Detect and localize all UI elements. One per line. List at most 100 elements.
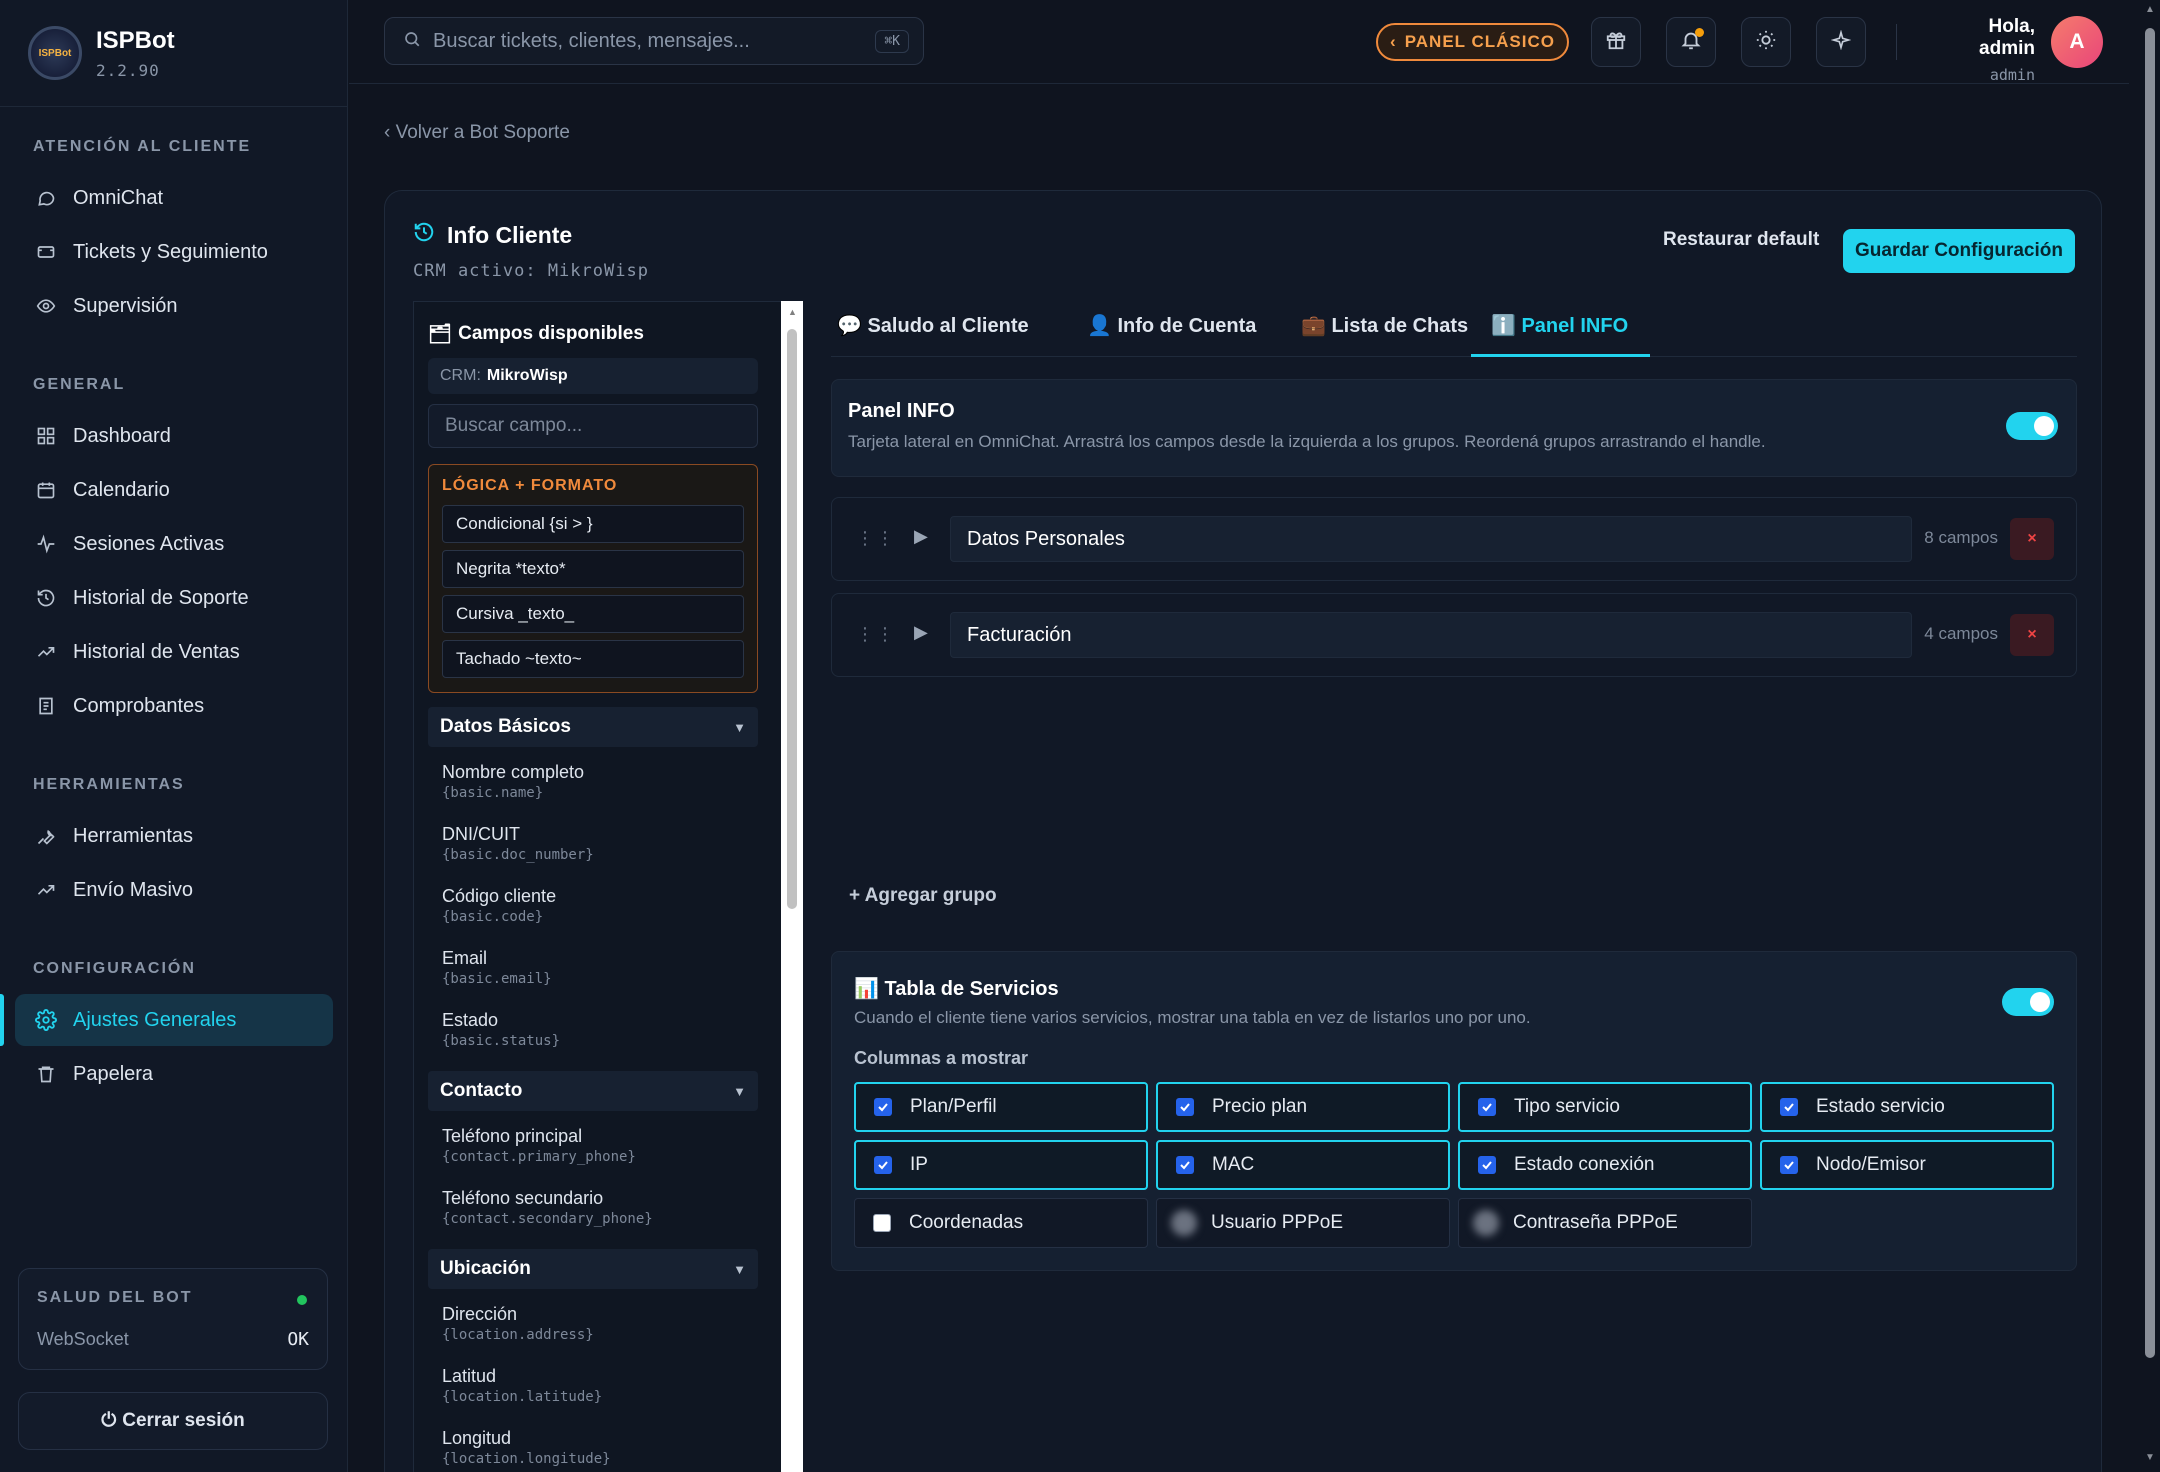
scrollbar-thumb[interactable]: [2145, 28, 2155, 1358]
health-status-dot: [297, 1295, 307, 1305]
sidebar-item-sesiones[interactable]: Sesiones Activas: [15, 518, 333, 570]
search-input[interactable]: [433, 29, 876, 53]
gift-button[interactable]: [1591, 17, 1641, 67]
page-scrollbar[interactable]: ▲ ▼: [2140, 0, 2160, 1472]
logic-chip-bold[interactable]: Negrita *texto*: [442, 550, 744, 588]
column-checkbox-usuario-pppoe[interactable]: Usuario PPPoE: [1156, 1198, 1450, 1248]
logo-text: ISPBot: [38, 47, 72, 59]
brand-logo[interactable]: ISPBot: [28, 26, 82, 80]
column-label: Tipo servicio: [1514, 1096, 1620, 1117]
trash-icon: [33, 1061, 59, 1087]
sidebar-item-papelera[interactable]: Papelera: [15, 1048, 333, 1100]
sidebar-item-calendario[interactable]: Calendario: [15, 464, 333, 516]
power-icon: ⏻: [101, 1410, 117, 1431]
bot-health-card: SALUD DEL BOT WebSocket OK: [18, 1268, 328, 1370]
tab-lista-chats[interactable]: 💼 Lista de Chats: [1301, 313, 1468, 357]
column-label: Contraseña PPPoE: [1513, 1212, 1678, 1233]
panel-info-toggle[interactable]: [2006, 412, 2058, 440]
tab-saludo[interactable]: 💬 Saludo al Cliente: [837, 313, 1029, 357]
search-icon: [403, 30, 421, 53]
avatar[interactable]: A: [2051, 16, 2103, 68]
restore-default-button[interactable]: Restaurar default: [1663, 229, 1819, 251]
checkbox-checked-icon: [1478, 1098, 1496, 1116]
sidebar-item-comprobantes[interactable]: Comprobantes: [15, 680, 333, 732]
sidebar-item-herramientas[interactable]: Herramientas: [15, 810, 333, 862]
field-key: {basic.name}: [442, 785, 544, 801]
group-row-datos-personales[interactable]: ⋮⋮ ▶ Datos Personales 8 campos ×: [831, 497, 2077, 581]
fields-scrollbar[interactable]: ▲: [781, 301, 803, 1472]
field-item[interactable]: Latitud {location.latitude}: [428, 1351, 758, 1413]
sidebar-item-envio-masivo[interactable]: Envío Masivo: [15, 864, 333, 916]
field-item[interactable]: Dirección {location.address}: [428, 1289, 758, 1351]
field-label: DNI/CUIT: [442, 824, 520, 844]
sidebar-item-historial-ventas[interactable]: Historial de Ventas: [15, 626, 333, 678]
column-checkbox-plan[interactable]: Plan/Perfil: [854, 1082, 1148, 1132]
field-item[interactable]: Código cliente {basic.code}: [428, 871, 758, 933]
services-table-toggle[interactable]: [2002, 988, 2054, 1016]
panel-info-description: Tarjeta lateral en OmniChat. Arrastrá lo…: [848, 432, 1766, 451]
logic-chip-strike[interactable]: Tachado ~texto~: [442, 640, 744, 678]
field-item[interactable]: DNI/CUIT {basic.doc_number}: [428, 809, 758, 871]
sidebar-item-label: Papelera: [73, 1062, 154, 1085]
field-item[interactable]: Estado {basic.status}: [428, 995, 758, 1057]
back-link[interactable]: ‹ Volver a Bot Soporte: [384, 122, 570, 144]
logic-chip-italic[interactable]: Cursiva _texto_: [442, 595, 744, 633]
sidebar-item-historial-soporte[interactable]: Historial de Soporte: [15, 572, 333, 624]
tab-panel-info[interactable]: ℹ️ Panel INFO: [1471, 313, 1651, 357]
field-group-ubicacion[interactable]: Ubicación ▼: [428, 1249, 758, 1289]
global-search[interactable]: ⌘K: [384, 17, 924, 65]
checkbox-checked-icon: [1780, 1156, 1798, 1174]
drag-handle-icon[interactable]: ⋮⋮: [856, 624, 896, 645]
sidebar-item-tickets[interactable]: Tickets y Seguimiento: [15, 226, 333, 278]
sidebar-item-omnichat[interactable]: OmniChat: [15, 172, 333, 224]
trending-up-icon: [33, 639, 59, 665]
drag-handle-icon[interactable]: ⋮⋮: [856, 528, 896, 549]
field-item[interactable]: Longitud {location.longitude}: [428, 1413, 758, 1472]
expand-triangle-icon[interactable]: ▶: [914, 526, 928, 547]
column-checkbox-ip[interactable]: IP: [854, 1140, 1148, 1190]
column-checkbox-nodo[interactable]: Nodo/Emisor: [1760, 1140, 2054, 1190]
health-value: OK: [287, 1329, 309, 1350]
sidebar-item-label: Historial de Soporte: [73, 586, 249, 609]
add-group-button[interactable]: + Agregar grupo: [849, 885, 997, 907]
classic-panel-button[interactable]: ‹ PANEL CLÁSICO: [1376, 23, 1569, 61]
scroll-down-arrow[interactable]: ▼: [2145, 1452, 2155, 1463]
field-item[interactable]: Teléfono principal {contact.primary_phone…: [428, 1111, 758, 1173]
logout-button[interactable]: ⏻ Cerrar sesión: [18, 1392, 328, 1450]
theme-toggle-button[interactable]: [1741, 17, 1791, 67]
field-group-contacto[interactable]: Contacto ▼: [428, 1071, 758, 1111]
column-checkbox-estado-conexion[interactable]: Estado conexión: [1458, 1140, 1752, 1190]
sidebar-item-supervision[interactable]: Supervisión: [15, 280, 333, 332]
sidebar-item-label: Ajustes Generales: [73, 1008, 237, 1031]
field-item[interactable]: Nombre completo {basic.name}: [428, 747, 758, 809]
scroll-up-arrow[interactable]: ▲: [2145, 4, 2155, 15]
field-item[interactable]: Email {basic.email}: [428, 933, 758, 995]
save-config-button[interactable]: Guardar Configuración: [1843, 229, 2075, 273]
expand-triangle-icon[interactable]: ▶: [914, 622, 928, 643]
logic-chip-conditional[interactable]: Condicional {si > }: [442, 505, 744, 543]
field-search-input[interactable]: Buscar campo...: [428, 404, 758, 448]
group-name-input[interactable]: Facturación: [950, 612, 1912, 658]
delete-group-button[interactable]: ×: [2010, 518, 2054, 560]
column-checkbox-mac[interactable]: MAC: [1156, 1140, 1450, 1190]
group-name-input[interactable]: Datos Personales: [950, 516, 1912, 562]
group-row-facturacion[interactable]: ⋮⋮ ▶ Facturación 4 campos ×: [831, 593, 2077, 677]
sidebar-item-ajustes-generales[interactable]: Ajustes Generales: [15, 994, 333, 1046]
sidebar-item-dashboard[interactable]: Dashboard: [15, 410, 333, 462]
panel-info-title: Panel INFO: [848, 400, 955, 422]
field-item[interactable]: Teléfono secundario {contact.secondary_ph…: [428, 1173, 758, 1235]
ai-button[interactable]: [1816, 17, 1866, 67]
close-icon: ×: [2027, 626, 2037, 643]
shortcut-badge: ⌘K: [875, 29, 909, 53]
column-checkbox-contrasena-pppoe[interactable]: Contraseña PPPoE: [1458, 1198, 1752, 1248]
delete-group-button[interactable]: ×: [2010, 614, 2054, 656]
column-checkbox-tipo[interactable]: Tipo servicio: [1458, 1082, 1752, 1132]
column-checkbox-estado-servicio[interactable]: Estado servicio: [1760, 1082, 2054, 1132]
scroll-up-arrow[interactable]: ▲: [788, 307, 797, 317]
field-group-datos-basicos[interactable]: Datos Básicos ▼: [428, 707, 758, 747]
column-checkbox-coordenadas[interactable]: Coordenadas: [854, 1198, 1148, 1248]
tab-info-cuenta[interactable]: 👤 Info de Cuenta: [1087, 313, 1256, 357]
notifications-button[interactable]: [1666, 17, 1716, 67]
fields-scrollbar-thumb[interactable]: [787, 329, 797, 909]
column-checkbox-precio[interactable]: Precio plan: [1156, 1082, 1450, 1132]
